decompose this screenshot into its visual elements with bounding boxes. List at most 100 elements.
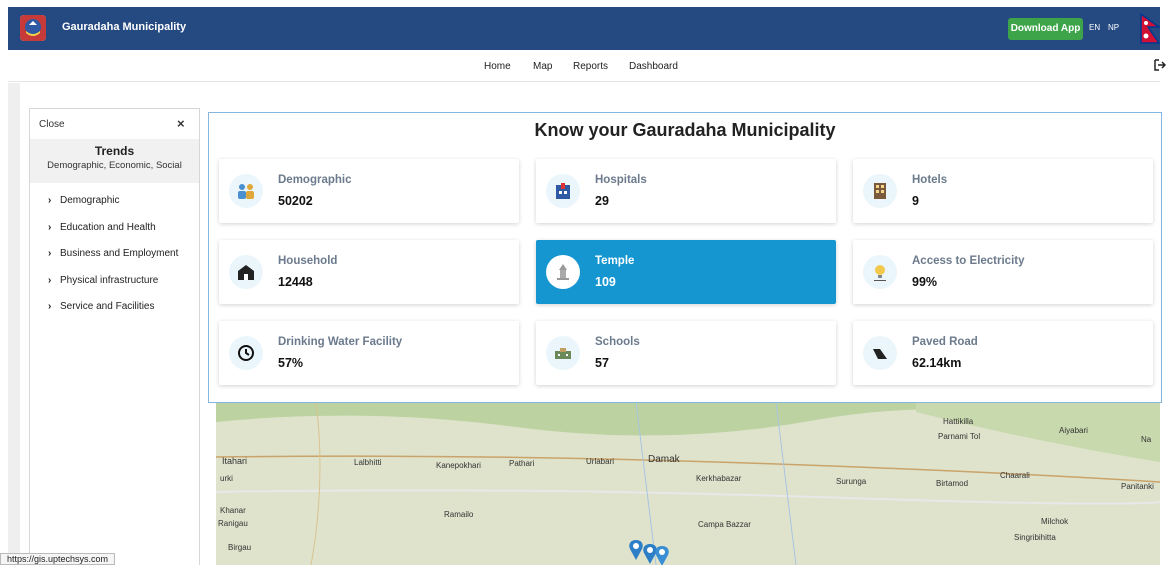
- stat-card-hospitals[interactable]: Hospitals 29: [536, 159, 836, 223]
- stat-label: Schools: [595, 336, 640, 348]
- stat-label: Temple: [595, 255, 635, 267]
- stat-value: 57%: [278, 356, 304, 370]
- sidebar-close-label[interactable]: Close: [39, 119, 65, 130]
- stat-card-household[interactable]: Household 12448: [219, 240, 519, 304]
- app-title[interactable]: Gauradaha Municipality: [62, 21, 186, 33]
- map-marker-icon[interactable]: [626, 538, 686, 565]
- map-label: Aiyabari: [1059, 426, 1088, 435]
- nav-reports[interactable]: Reports: [573, 61, 608, 72]
- sidebar-item-service-facilities[interactable]: › Service and Facilities: [48, 301, 178, 328]
- main-nav: Home Map Reports Dashboard: [8, 50, 1167, 82]
- lang-np-button[interactable]: NP: [1108, 23, 1119, 32]
- download-app-button[interactable]: Download App: [1008, 18, 1083, 40]
- stat-card-schools[interactable]: Schools 57: [536, 321, 836, 385]
- know-municipality-panel: Know your Gauradaha Municipality Demogra…: [208, 112, 1162, 403]
- bulb-icon: [863, 255, 897, 289]
- map-label: Chaarali: [1000, 471, 1030, 480]
- stat-label: Hotels: [912, 174, 948, 186]
- sidebar-list: › Demographic › Education and Health › Busi…: [48, 195, 178, 328]
- trends-sidebar: Close × Trends Demographic, Economic, So…: [29, 108, 200, 565]
- map-label: Ramailo: [444, 510, 474, 519]
- stat-label: Household: [278, 255, 338, 267]
- house-icon: [229, 255, 263, 289]
- stat-card-electricity[interactable]: Access to Electricity 99%: [853, 240, 1153, 304]
- map-label: Pathari: [509, 459, 535, 468]
- temple-icon: [546, 255, 580, 289]
- map-label: Campa Bazzar: [698, 520, 751, 529]
- sidebar-item-label: Education and Health: [60, 221, 156, 233]
- map-label: Lalbhitti: [354, 458, 382, 467]
- sidebar-item-physical-infrastructure[interactable]: › Physical infrastructure: [48, 275, 178, 302]
- hospital-icon: [546, 174, 580, 208]
- sidebar-item-label: Service and Facilities: [60, 301, 155, 312]
- stat-card-hotels[interactable]: Hotels 9: [853, 159, 1153, 223]
- sidebar-item-business-employment[interactable]: › Business and Employment: [48, 248, 178, 275]
- chevron-right-icon: ›: [48, 248, 52, 259]
- map-label: Urlabari: [586, 457, 615, 466]
- chevron-right-icon: ›: [48, 195, 52, 206]
- nav-map[interactable]: Map: [533, 61, 552, 72]
- map-label: Itahari: [222, 456, 248, 466]
- nav-dashboard[interactable]: Dashboard: [629, 61, 678, 72]
- stat-value: 12448: [278, 275, 313, 289]
- stat-value: 9: [912, 194, 919, 208]
- map-label: Khanar: [220, 506, 246, 515]
- school-icon: [546, 336, 580, 370]
- panel-title: Know your Gauradaha Municipality: [534, 120, 836, 140]
- stat-value: 50202: [278, 194, 313, 208]
- map-label: Parnami Tol: [938, 432, 981, 441]
- sidebar-subtitle: Demographic, Economic, Social: [47, 160, 182, 171]
- water-icon: [229, 336, 263, 370]
- map-view[interactable]: Itahari Lalbhitti Kanepokhari Pathari Ur…: [216, 402, 1160, 565]
- sidebar-item-education-health[interactable]: › Education and Health: [48, 222, 178, 249]
- stat-label: Hospitals: [595, 174, 647, 186]
- map-label: Ranigau: [218, 519, 248, 528]
- map-label: Singribihitta: [1014, 533, 1056, 542]
- map-label: Birgau: [228, 543, 252, 552]
- nepal-flag-icon: [1140, 12, 1162, 45]
- sidebar-item-label: Business and Employment: [60, 248, 179, 259]
- stat-value: 29: [595, 194, 609, 208]
- hotel-icon: [863, 174, 897, 208]
- sidebar-item-label: Demographic: [60, 195, 120, 206]
- sidebar-item-label: Physical infrastructure: [60, 274, 159, 286]
- logout-icon[interactable]: [1154, 59, 1167, 74]
- nav-home[interactable]: Home: [484, 61, 511, 72]
- map-label: Milchok: [1041, 517, 1069, 526]
- map-label: Surunga: [836, 477, 867, 486]
- stat-label: Access to Electricity: [912, 255, 1025, 267]
- people-icon: [229, 174, 263, 208]
- sidebar-header: Trends Demographic, Economic, Social: [30, 139, 199, 183]
- map-label: Kanepokhari: [436, 461, 481, 470]
- chevron-right-icon: ›: [48, 274, 52, 286]
- municipality-logo[interactable]: [20, 15, 46, 41]
- stat-label: Drinking Water Facility: [278, 336, 403, 348]
- map-label: Kerkhabazar: [696, 474, 742, 483]
- stat-card-drinking-water[interactable]: Drinking Water Facility 57%: [219, 321, 519, 385]
- map-label: urki: [220, 474, 233, 483]
- top-header-bar: Gauradaha Municipality Download App EN N…: [8, 7, 1162, 50]
- chevron-right-icon: ›: [48, 301, 52, 312]
- chevron-right-icon: ›: [48, 221, 52, 233]
- stat-card-paved-road[interactable]: Paved Road 62.14km: [853, 321, 1153, 385]
- map-label: Damak: [648, 454, 680, 465]
- stat-label: Demographic: [278, 174, 352, 186]
- map-label: Na: [1141, 435, 1152, 444]
- stat-value: 99%: [912, 275, 938, 289]
- stat-card-demographic[interactable]: Demographic 50202: [219, 159, 519, 223]
- map-label: Panitanki: [1121, 482, 1154, 491]
- close-icon[interactable]: ×: [177, 116, 185, 131]
- left-scroll-strip: [8, 83, 20, 565]
- stat-value: 62.14km: [912, 356, 962, 370]
- sidebar-title: Trends: [94, 144, 135, 158]
- stat-value: 57: [595, 356, 609, 370]
- stat-label: Paved Road: [912, 336, 978, 348]
- stat-value: 109: [595, 275, 616, 289]
- status-bar-url: https://gis.uptechsys.com: [0, 553, 116, 565]
- map-label: Birtamod: [936, 479, 969, 488]
- map-label: Hattikilla: [943, 417, 974, 426]
- road-icon: [863, 336, 897, 370]
- sidebar-item-demographic[interactable]: › Demographic: [48, 195, 178, 222]
- lang-en-button[interactable]: EN: [1089, 23, 1100, 32]
- stat-card-temple[interactable]: Temple 109: [536, 240, 836, 304]
